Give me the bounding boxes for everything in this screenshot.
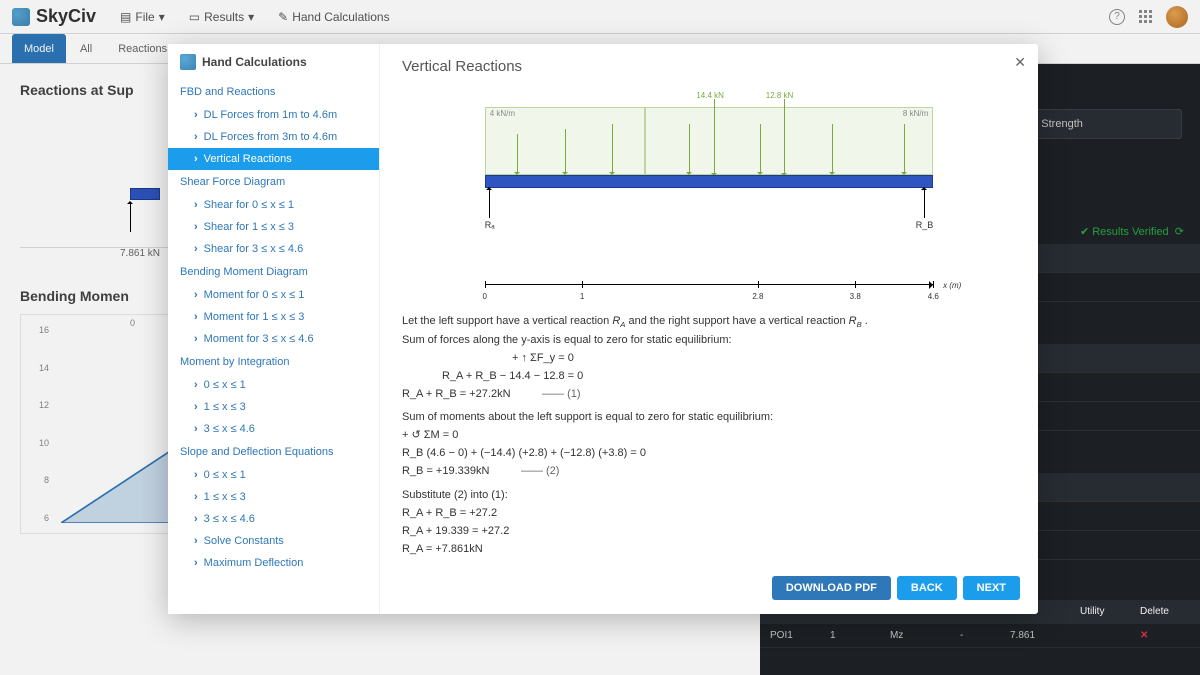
download-pdf-button[interactable]: DOWNLOAD PDF: [772, 576, 891, 600]
nav-solve[interactable]: Solve Constants: [168, 530, 379, 552]
hand-calc-modal: Hand Calculations FBD and Reactions DL F…: [168, 44, 1038, 614]
close-icon[interactable]: ✕: [1014, 54, 1026, 71]
nav-i1[interactable]: 0 ≤ x ≤ 1: [168, 374, 379, 396]
nav-m1[interactable]: Moment for 0 ≤ x ≤ 1: [168, 284, 379, 306]
beam-diagram: 4 kN/m 8 kN/m 14.4 kN 12.8 kN Rₐ R_B 0 1…: [442, 93, 976, 293]
nav-sh2[interactable]: Shear for 1 ≤ x ≤ 3: [168, 216, 379, 238]
nav-d2[interactable]: 1 ≤ x ≤ 3: [168, 486, 379, 508]
equations: Let the left support have a vertical rea…: [402, 313, 1016, 558]
content-title: Vertical Reactions: [402, 58, 1016, 75]
nav-vertical-reactions[interactable]: Vertical Reactions: [168, 148, 379, 170]
nav-maxdef[interactable]: Maximum Deflection: [168, 552, 379, 574]
modal-content: ✕ Vertical Reactions 4 kN/m 8 kN/m 14.4 …: [380, 44, 1038, 614]
nav-d1[interactable]: 0 ≤ x ≤ 1: [168, 464, 379, 486]
modal-nav-head: Hand Calculations: [168, 54, 379, 80]
nav-mbi[interactable]: Moment by Integration: [168, 350, 379, 374]
nav-dl2[interactable]: DL Forces from 3m to 4.6m: [168, 126, 379, 148]
nav-sfd[interactable]: Shear Force Diagram: [168, 170, 379, 194]
nav-sh3[interactable]: Shear for 3 ≤ x ≤ 4.6: [168, 238, 379, 260]
nav-m3[interactable]: Moment for 3 ≤ x ≤ 4.6: [168, 328, 379, 350]
nav-i3[interactable]: 3 ≤ x ≤ 4.6: [168, 418, 379, 440]
beam: [485, 175, 934, 188]
logo-icon: [180, 54, 196, 70]
next-button[interactable]: NEXT: [963, 576, 1020, 600]
nav-dl1[interactable]: DL Forces from 1m to 4.6m: [168, 104, 379, 126]
x-axis: 0 1 2.8 3.8 4.6 x (m): [485, 284, 934, 285]
modal-nav: Hand Calculations FBD and Reactions DL F…: [168, 44, 380, 614]
nav-fbd[interactable]: FBD and Reactions: [168, 80, 379, 104]
nav-i2[interactable]: 1 ≤ x ≤ 3: [168, 396, 379, 418]
nav-sde[interactable]: Slope and Deflection Equations: [168, 440, 379, 464]
nav-sh1[interactable]: Shear for 0 ≤ x ≤ 1: [168, 194, 379, 216]
nav-m2[interactable]: Moment for 1 ≤ x ≤ 3: [168, 306, 379, 328]
back-button[interactable]: BACK: [897, 576, 957, 600]
nav-bmd[interactable]: Bending Moment Diagram: [168, 260, 379, 284]
nav-d3[interactable]: 3 ≤ x ≤ 4.6: [168, 508, 379, 530]
modal-footer: DOWNLOAD PDF BACK NEXT: [772, 576, 1020, 600]
